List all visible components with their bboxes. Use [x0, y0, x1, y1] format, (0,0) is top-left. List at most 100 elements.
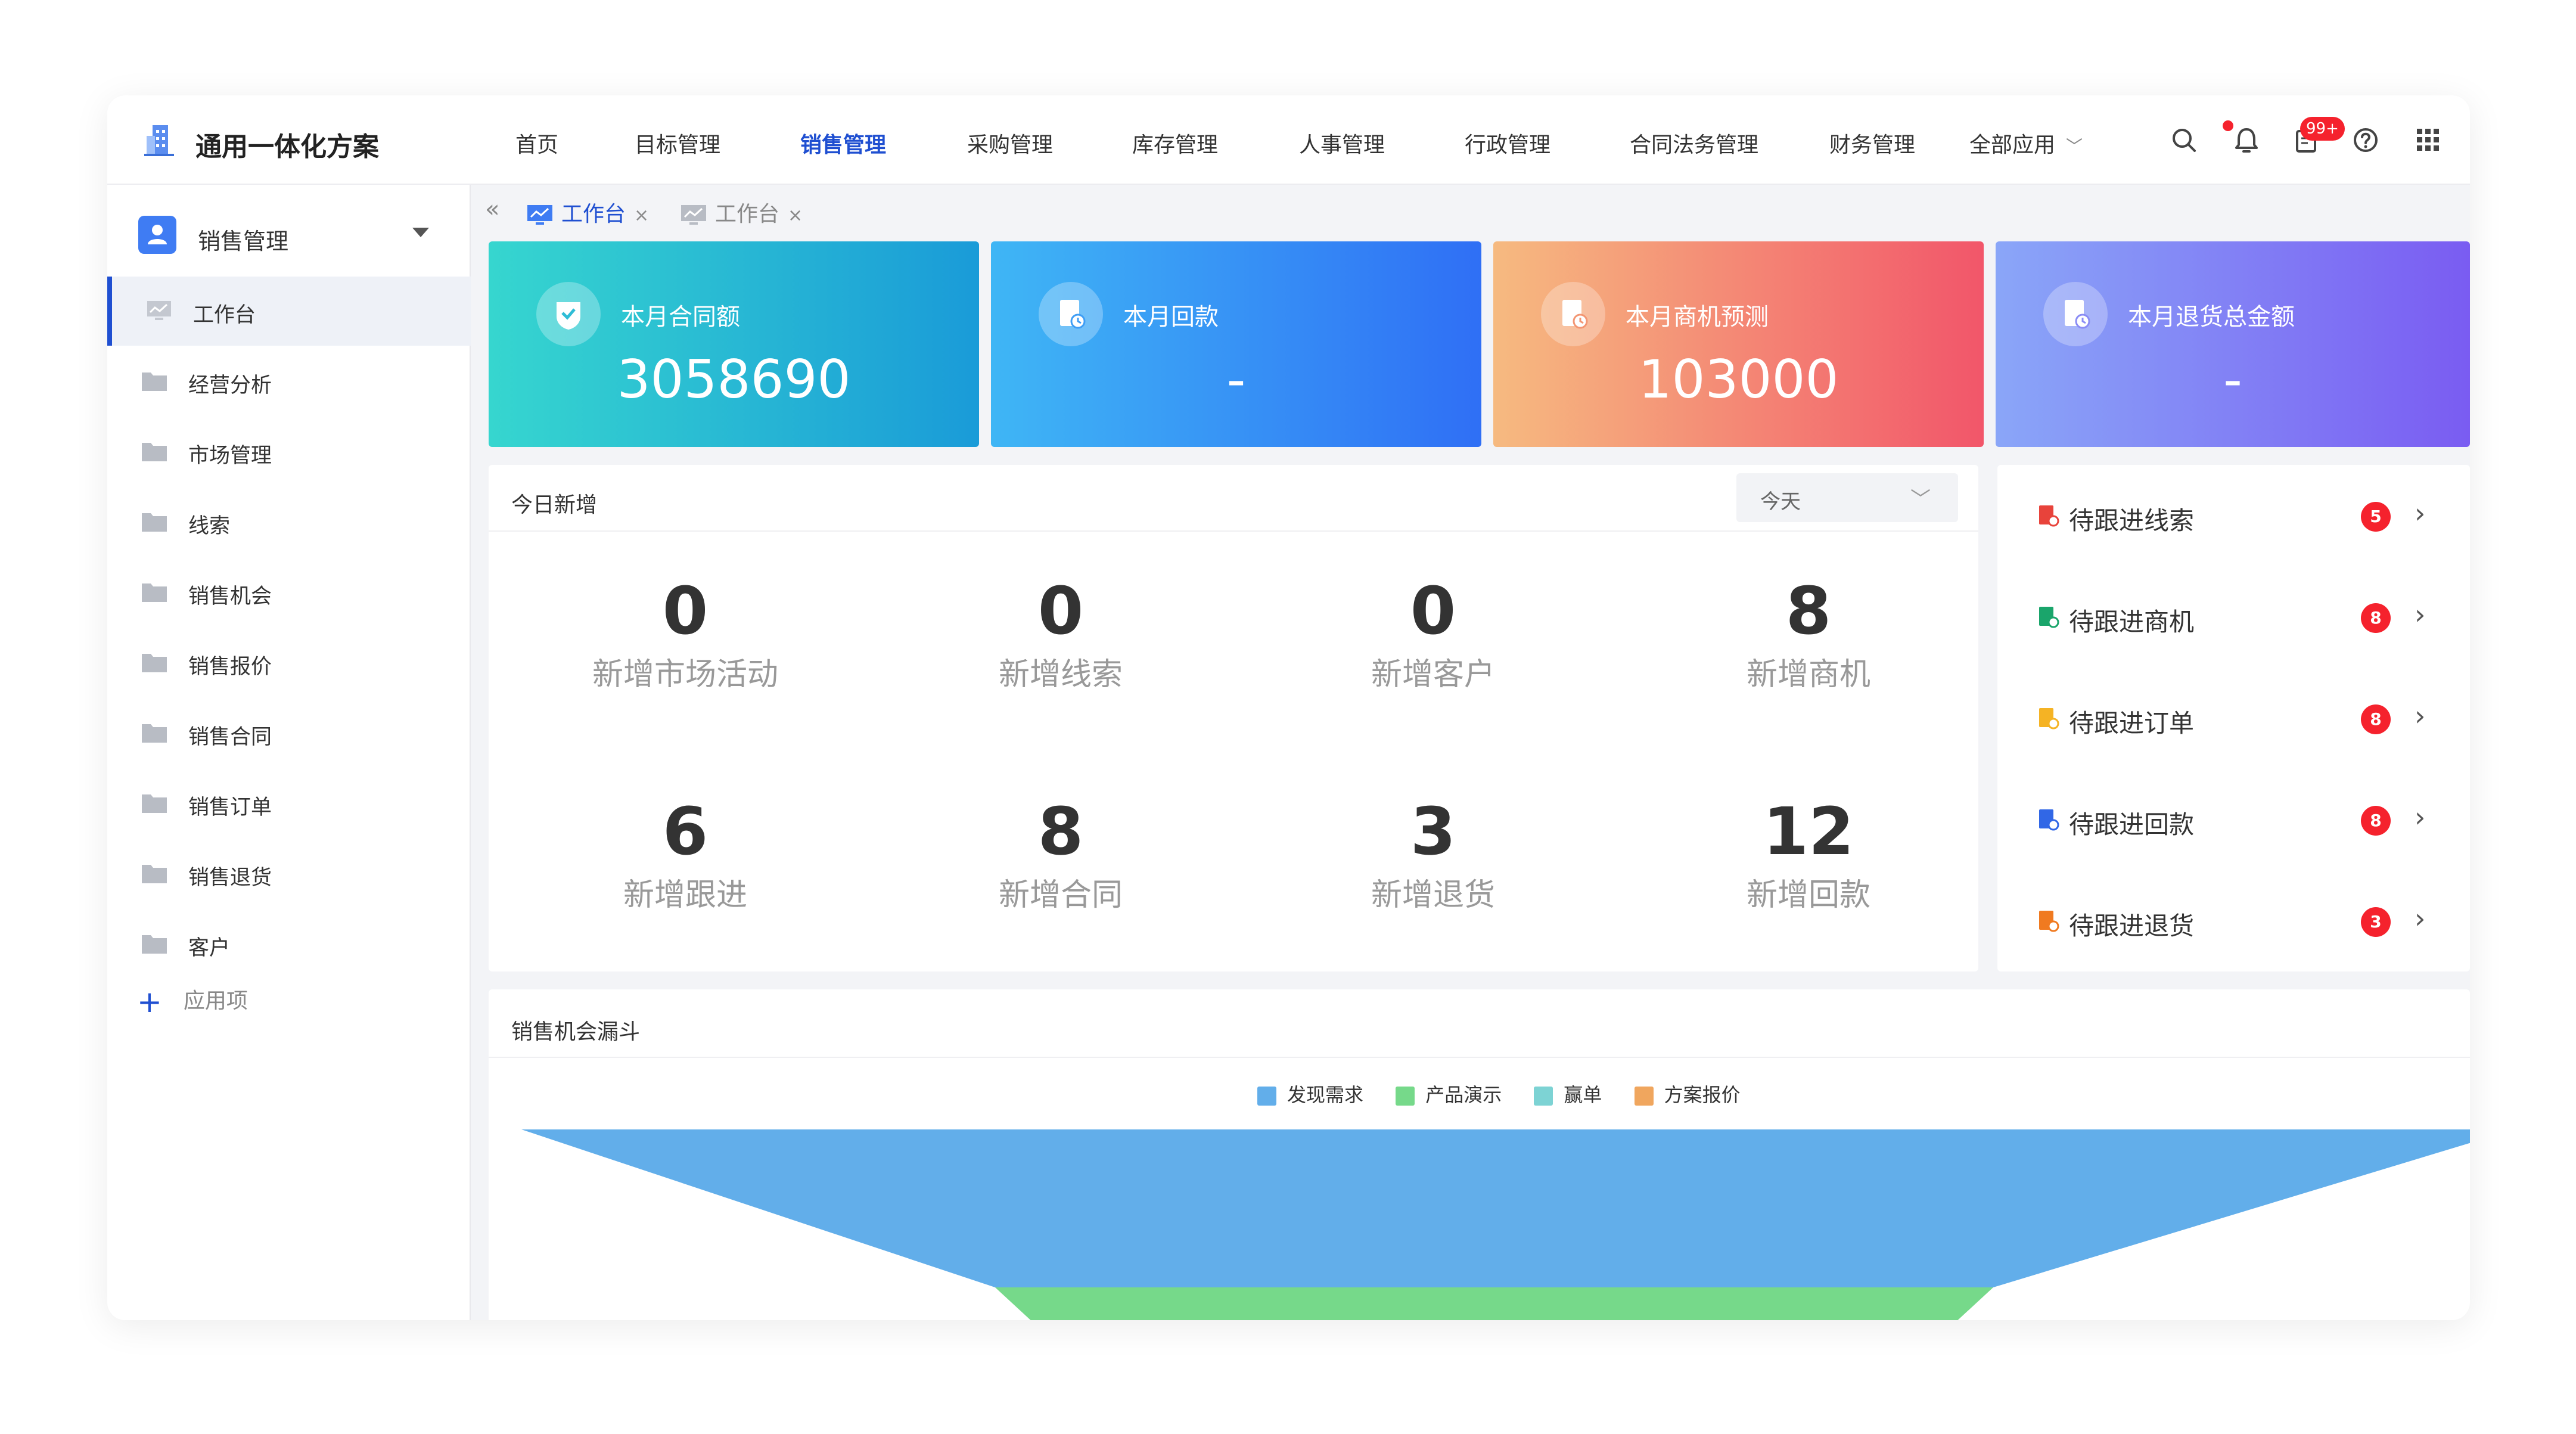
- metric-label: 新增回款: [1746, 877, 1870, 913]
- card-monthly-returns[interactable]: 本月退货总金额 -: [1996, 241, 2470, 447]
- follow-label: 待跟进订单: [2069, 709, 2195, 738]
- follow-item-opportunities[interactable]: 待跟进商机 8 ›: [1997, 579, 2470, 651]
- plus-icon: +: [137, 985, 162, 1019]
- user-icon: [138, 216, 176, 254]
- close-icon[interactable]: ×: [634, 205, 649, 226]
- grid-icon[interactable]: [2413, 125, 2443, 155]
- add-app-item-label: 应用项: [183, 989, 248, 1013]
- search-icon[interactable]: [2169, 125, 2199, 155]
- folder-icon: [142, 865, 167, 883]
- document-icon: [2039, 607, 2059, 628]
- sidebar-item-market[interactable]: 市场管理: [107, 417, 471, 486]
- card-monthly-payment[interactable]: 本月回款 -: [991, 241, 1481, 447]
- card-title: 本月合同额: [621, 303, 740, 331]
- follow-label: 待跟进退货: [2069, 911, 2195, 941]
- follow-item-returns[interactable]: 待跟进退货 3 ›: [1997, 883, 2470, 955]
- metric-returns[interactable]: 3 新增退货: [1248, 796, 1618, 914]
- sidebar-item-analysis[interactable]: 经营分析: [107, 347, 471, 416]
- document-clock-icon: [1541, 282, 1605, 346]
- funnel-stage-demo[interactable]: [995, 1287, 1993, 1320]
- card-monthly-forecast[interactable]: 本月商机预测 103000: [1493, 241, 1984, 447]
- nav-legal[interactable]: 合同法务管理: [1630, 128, 1758, 159]
- bell-icon[interactable]: [2232, 125, 2261, 155]
- sidebar-item-workbench[interactable]: 工作台: [107, 277, 471, 346]
- sidebar-item-leads[interactable]: 线索: [107, 488, 471, 557]
- sidebar-item-label: 线索: [188, 514, 231, 538]
- follow-item-payments[interactable]: 待跟进回款 8 ›: [1997, 782, 2470, 853]
- sidebar-item-customers[interactable]: 客户: [107, 910, 471, 979]
- chevron-right-icon: ›: [2415, 902, 2426, 935]
- help-icon[interactable]: [2351, 125, 2381, 155]
- metric-market-activities[interactable]: 0 新增市场活动: [501, 575, 870, 694]
- metric-label: 新增跟进: [623, 877, 747, 913]
- sidebar-item-label: 销售订单: [188, 796, 272, 820]
- add-app-item-button[interactable]: + 应用项: [137, 983, 248, 1019]
- card-title: 本月退货总金额: [2128, 303, 2295, 331]
- chevron-down-icon: ﹀: [2066, 136, 2083, 156]
- tasks-badge: 99+: [2300, 117, 2345, 141]
- nav-home[interactable]: 首页: [515, 128, 558, 159]
- metric-label: 新增商机: [1746, 657, 1870, 693]
- metric-label: 新增退货: [1371, 877, 1495, 913]
- follow-label: 待跟进回款: [2069, 810, 2195, 839]
- tab-workbench-active[interactable]: 工作台 ×: [527, 197, 649, 228]
- metric-value: 8: [1037, 793, 1084, 870]
- card-value: -: [1226, 349, 1246, 410]
- follow-count-badge: 8: [2361, 704, 2391, 734]
- nav-finance[interactable]: 财务管理: [1829, 128, 1915, 159]
- top-bar: 通用一体化方案 首页 目标管理 销售管理 采购管理 库存管理 人事管理 行政管理…: [107, 95, 2470, 185]
- chevron-down-icon: ﹀: [1910, 488, 1931, 511]
- close-icon[interactable]: ×: [788, 205, 803, 226]
- metric-label: 新增客户: [1371, 657, 1495, 693]
- nav-inventory[interactable]: 库存管理: [1132, 128, 1218, 159]
- app-window: 通用一体化方案 首页 目标管理 销售管理 采购管理 库存管理 人事管理 行政管理…: [107, 95, 2470, 1320]
- period-select[interactable]: 今天 ﹀: [1736, 473, 1958, 522]
- tab-workbench[interactable]: 工作台 ×: [680, 197, 803, 228]
- sidebar-item-label: 销售报价: [188, 655, 272, 679]
- app-title: 通用一体化方案: [195, 132, 379, 162]
- metric-value: 0: [662, 573, 709, 649]
- nav-hr[interactable]: 人事管理: [1299, 128, 1385, 159]
- nav-all-apps-label: 全部应用: [1969, 133, 2056, 157]
- follow-item-orders[interactable]: 待跟进订单 8 ›: [1997, 681, 2470, 752]
- metric-value: 3: [1410, 793, 1456, 870]
- sidebar-item-opportunities[interactable]: 销售机会: [107, 558, 471, 627]
- nav-admin[interactable]: 行政管理: [1465, 128, 1550, 159]
- collapse-tabs-icon[interactable]: «: [485, 195, 499, 223]
- metric-label: 新增市场活动: [592, 657, 778, 693]
- funnel-stage-discover[interactable]: [521, 1129, 2470, 1287]
- metric-contracts[interactable]: 8 新增合同: [876, 796, 1245, 914]
- follow-count-badge: 8: [2361, 806, 2391, 836]
- document-icon: [2039, 708, 2059, 730]
- nav-goals[interactable]: 目标管理: [635, 128, 720, 159]
- metric-opportunities[interactable]: 8 新增商机: [1624, 575, 1993, 694]
- nav-sales[interactable]: 销售管理: [800, 128, 886, 159]
- sidebar-item-quotes[interactable]: 销售报价: [107, 628, 471, 697]
- sidebar-item-returns[interactable]: 销售退货: [107, 839, 471, 908]
- follow-item-leads[interactable]: 待跟进线索 5 ›: [1997, 478, 2470, 550]
- sidebar-item-label: 销售机会: [188, 585, 272, 609]
- sidebar-item-contracts[interactable]: 销售合同: [107, 699, 471, 768]
- metric-customers[interactable]: 0 新增客户: [1248, 575, 1618, 694]
- metric-leads[interactable]: 0 新增线索: [876, 575, 1245, 694]
- folder-icon: [142, 724, 167, 743]
- metric-label: 新增合同: [998, 877, 1123, 913]
- sidebar-item-label: 销售合同: [188, 725, 272, 749]
- chart-monitor-icon: [681, 205, 706, 225]
- follow-up-panel: 待跟进线索 5 › 待跟进商机 8 › 待跟进订单 8 › 待跟进回款 8 › …: [1997, 465, 2470, 971]
- document-clock-icon: [1039, 282, 1103, 346]
- card-value: 3058690: [617, 349, 851, 410]
- document-icon: [2039, 809, 2059, 831]
- card-monthly-contract[interactable]: 本月合同额 3058690: [489, 241, 979, 447]
- page-tabs: « 工作台 × 工作台 ×: [472, 185, 2470, 236]
- nav-all-apps[interactable]: 全部应用 ﹀: [1969, 128, 2083, 159]
- chevron-right-icon: ›: [2415, 801, 2426, 833]
- nav-purchase[interactable]: 采购管理: [967, 128, 1053, 159]
- shield-check-icon: [536, 282, 601, 346]
- sidebar-item-orders[interactable]: 销售订单: [107, 769, 471, 838]
- notification-dot: [2223, 120, 2233, 131]
- metric-payments[interactable]: 12 新增回款: [1624, 796, 1993, 914]
- sidebar-module-switch[interactable]: 销售管理: [107, 185, 471, 274]
- metric-value: 12: [1763, 793, 1854, 870]
- metric-follow-ups[interactable]: 6 新增跟进: [501, 796, 870, 914]
